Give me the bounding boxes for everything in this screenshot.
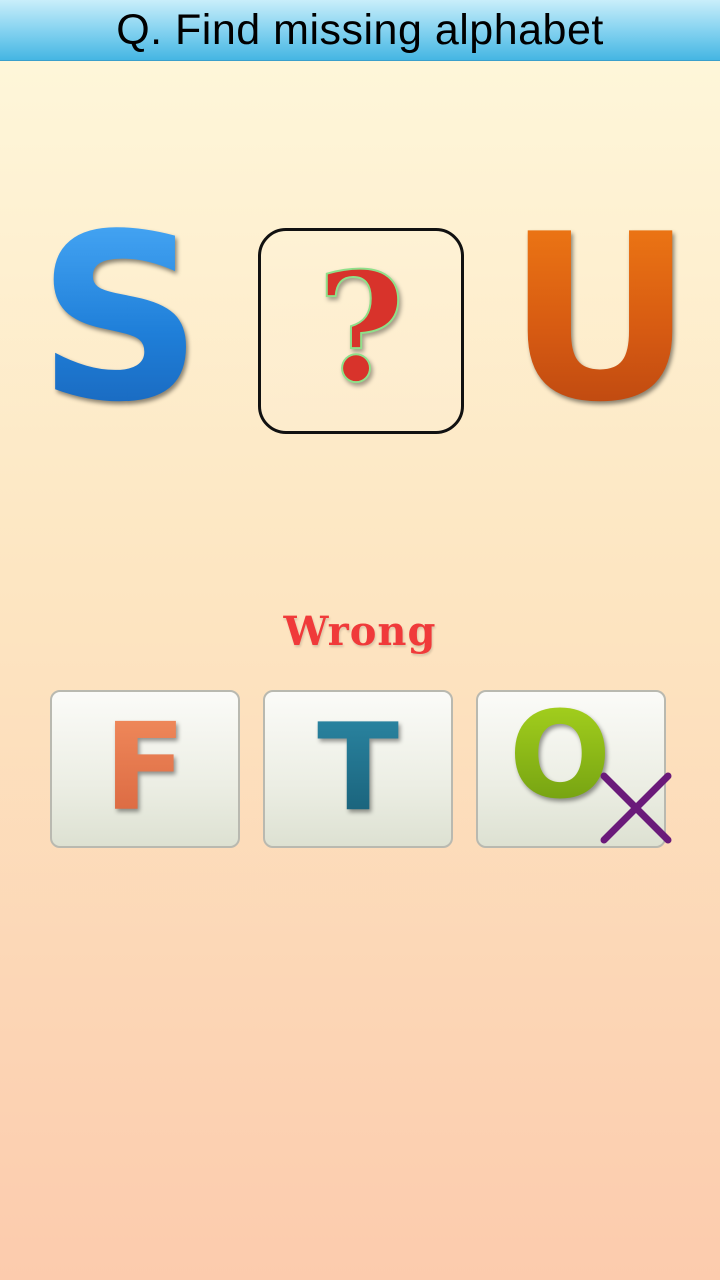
option-letter: O [508, 687, 611, 826]
sequence-letter-left: S [30, 205, 210, 435]
missing-letter-box: ? [258, 228, 464, 434]
title-bar: Q. Find missing alphabet [0, 0, 720, 61]
question-mark-icon: ? [316, 240, 406, 416]
sequence-letter-right: U [506, 186, 694, 453]
option-button-o[interactable]: O [476, 687, 672, 848]
option-letter: F [104, 699, 186, 838]
feedback-text: Wrong [283, 608, 437, 655]
question-title: Q. Find missing alphabet [116, 5, 604, 54]
option-letter: T [317, 699, 399, 838]
option-button-t[interactable]: T [263, 690, 453, 848]
cross-icon [600, 772, 672, 844]
option-button-f[interactable]: F [50, 690, 240, 848]
